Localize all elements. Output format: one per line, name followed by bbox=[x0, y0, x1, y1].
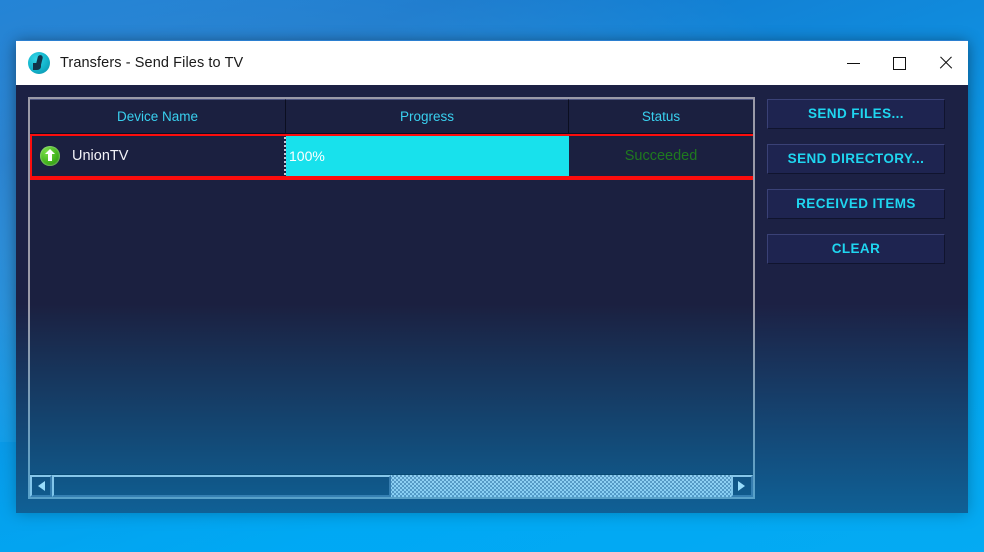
transfers-window: Transfers - Send Files to TV Device Name bbox=[16, 40, 968, 513]
row-device-name: UnionTV bbox=[72, 148, 129, 164]
scroll-left-icon bbox=[37, 481, 45, 491]
send-directory-button[interactable]: SEND DIRECTORY... bbox=[766, 144, 945, 174]
scroll-left-button[interactable] bbox=[30, 475, 52, 497]
transfer-rows-area: UnionTV 100% Succeeded bbox=[30, 134, 753, 474]
row-cell-device-name: UnionTV bbox=[30, 134, 286, 178]
window-body: Device Name Progress Status UnionTV 100%… bbox=[16, 85, 968, 513]
column-header-progress[interactable]: Progress bbox=[286, 99, 569, 133]
window-title: Transfers - Send Files to TV bbox=[60, 55, 244, 71]
scrollbar-trough[interactable] bbox=[52, 475, 731, 497]
close-icon bbox=[938, 56, 952, 70]
send-files-button[interactable]: SEND FILES... bbox=[766, 99, 945, 129]
list-column-headers: Device Name Progress Status bbox=[30, 99, 753, 134]
column-header-status[interactable]: Status bbox=[569, 99, 753, 133]
scrollbar-thumb[interactable] bbox=[52, 475, 392, 497]
table-row[interactable]: UnionTV 100% Succeeded bbox=[30, 134, 753, 178]
minimize-button[interactable] bbox=[830, 41, 876, 85]
row-status-text: Succeeded bbox=[624, 148, 698, 164]
maximize-button[interactable] bbox=[876, 41, 922, 85]
scroll-right-icon bbox=[738, 481, 746, 491]
action-button-panel: SEND FILES... SEND DIRECTORY... RECEIVED… bbox=[766, 97, 956, 499]
upload-arrow-icon bbox=[40, 146, 60, 166]
clear-button[interactable]: CLEAR bbox=[766, 234, 945, 264]
received-items-button[interactable]: RECEIVED ITEMS bbox=[766, 189, 945, 219]
window-title-bar[interactable]: Transfers - Send Files to TV bbox=[16, 40, 968, 85]
close-button[interactable] bbox=[922, 41, 968, 85]
scroll-right-button[interactable] bbox=[730, 475, 753, 497]
column-header-device-name[interactable]: Device Name bbox=[30, 99, 286, 133]
desktop-background: Transfers - Send Files to TV Device Name bbox=[0, 0, 984, 552]
row-cell-progress: 100% bbox=[286, 134, 569, 178]
minimize-icon bbox=[846, 62, 860, 64]
maximize-icon bbox=[892, 56, 906, 70]
progress-bar-fill bbox=[286, 135, 569, 177]
horizontal-scrollbar[interactable] bbox=[30, 474, 753, 497]
progress-bar-label: 100% bbox=[289, 148, 325, 164]
transfer-list-panel: Device Name Progress Status UnionTV 100%… bbox=[28, 97, 755, 499]
window-controls bbox=[830, 41, 968, 85]
app-logo-icon bbox=[28, 52, 50, 74]
